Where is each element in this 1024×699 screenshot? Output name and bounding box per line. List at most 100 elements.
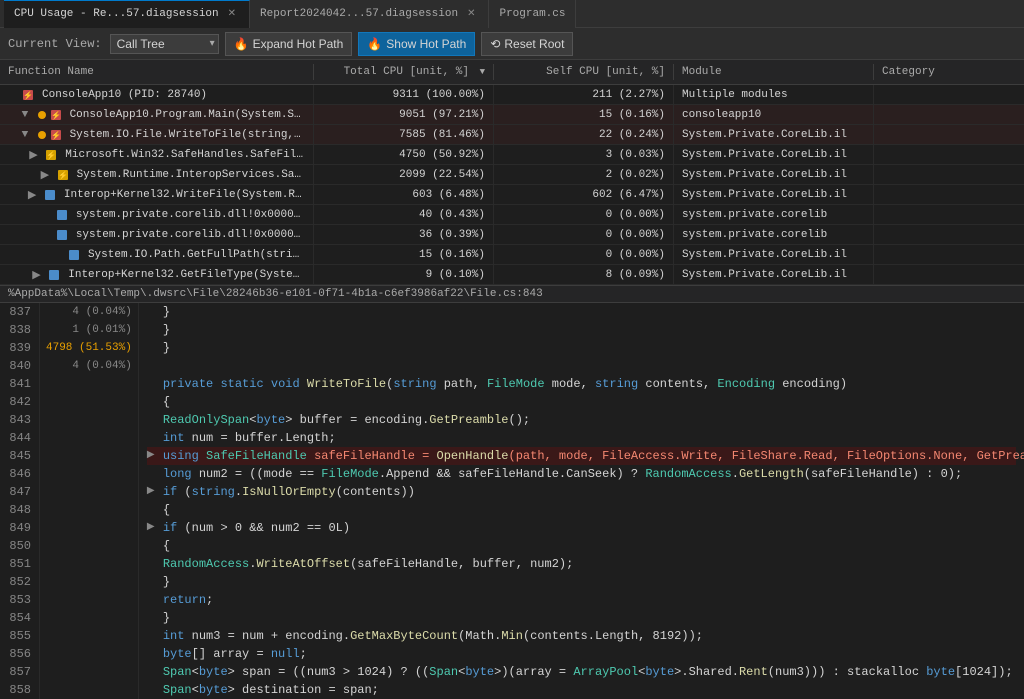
category-value — [874, 85, 1024, 104]
table-row[interactable]: system.private.corelib.dll!0x00007ff8cf9… — [0, 205, 1024, 225]
total-cpu-value: 15 (0.16%) — [314, 245, 494, 264]
line-number: 855 — [8, 627, 31, 645]
tab-label: CPU Usage - Re...57.diagsession — [14, 8, 219, 20]
function-icon: ⚡ — [22, 89, 38, 101]
code-filepath: %AppData%\Local\Temp\.dwsrc\File\28246b3… — [0, 286, 1024, 303]
expand-hot-path-button[interactable]: 🔥 Expand Hot Path — [225, 32, 353, 56]
col-function-name[interactable]: Function Name — [0, 64, 314, 80]
table-row[interactable]: ▼⚡ConsoleApp10.Program.Main(System.Strin… — [0, 105, 1024, 125]
tab-close-cpu[interactable]: ✕ — [225, 7, 239, 21]
profiler-rows: ⚡ ConsoleApp10 (PID: 28740) 9311 (100.00%)… — [0, 85, 1024, 285]
table-row[interactable]: system.private.corelib.dll!0x00007ff8cf7… — [0, 225, 1024, 245]
total-cpu-value: 9051 (97.21%) — [314, 105, 494, 124]
line-annotations: 4 (0.04%)1 (0.01%)4798 (51.53%)4 (0.04%) — [40, 303, 139, 699]
view-label: Current View: — [8, 37, 102, 51]
table-row[interactable]: ▶⚡System.Runtime.InteropServices.SafeHan… — [0, 165, 1024, 185]
total-cpu-value: 9311 (100.00%) — [314, 85, 494, 104]
code-text: if (string.IsNullOrEmpty(contents)) — [163, 483, 415, 501]
module-value: System.Private.CoreLib.il — [674, 185, 874, 204]
code-line: ▶ if (num > 0 && num2 == 0L) — [147, 519, 1016, 537]
show-hot-path-button[interactable]: 🔥 Show Hot Path — [358, 32, 475, 56]
table-row[interactable]: ⚡ ConsoleApp10 (PID: 28740) 9311 (100.00%)… — [0, 85, 1024, 105]
code-text: } — [163, 609, 170, 627]
line-arrow-icon: ▶ — [147, 447, 159, 465]
line-annotation: 4 (0.04%) — [46, 303, 132, 321]
tab-bar: CPU Usage - Re...57.diagsession ✕ Report… — [0, 0, 1024, 28]
line-number: 842 — [8, 393, 31, 411]
function-name: Microsoft.Win32.SafeHandles.SafeFileHand… — [65, 149, 305, 161]
tab-label: Report2024042...57.diagsession — [260, 8, 458, 20]
tab-label: Program.cs — [499, 8, 565, 20]
tree-expand-icon[interactable]: ▼ — [22, 129, 36, 141]
line-number: 848 — [8, 501, 31, 519]
function-icon: ⚡ — [45, 149, 61, 161]
code-text: { — [163, 501, 170, 519]
category-value — [874, 165, 1024, 184]
code-text: private static void WriteToFile(string p… — [163, 375, 847, 393]
category-value — [874, 145, 1024, 164]
table-row[interactable]: ▶⚡ Microsoft.Win32.SafeHandles.SafeFileHa… — [0, 145, 1024, 165]
col-total-cpu[interactable]: Total CPU [unit, %] ▼ — [314, 64, 494, 80]
function-icon: ⚡ — [50, 129, 66, 141]
col-module[interactable]: Module — [674, 64, 874, 80]
code-text: } — [163, 573, 170, 591]
code-text: long num2 = ((mode == FileMode.Append &&… — [163, 465, 962, 483]
hot-path-indicator — [38, 131, 46, 139]
tab-report[interactable]: Report2024042...57.diagsession ✕ — [250, 0, 489, 28]
code-content: } } } private static void WriteToFile(st… — [139, 303, 1024, 699]
function-icon — [44, 189, 60, 201]
line-annotation: 4 (0.04%) — [46, 357, 132, 375]
line-numbers: 8378388398408418428438448458468478488498… — [0, 303, 40, 699]
code-text: int num3 = num + encoding.GetMaxByteCoun… — [163, 627, 703, 645]
self-cpu-value: 3 (0.03%) — [494, 145, 674, 164]
code-text: ReadOnlySpan<byte> buffer = encoding.Get… — [163, 411, 530, 429]
table-row[interactable]: ▶Interop+Kernel32.WriteFile(System.Runti… — [0, 185, 1024, 205]
function-icon — [56, 229, 72, 241]
code-line: RandomAccess.WriteAtOffset(safeFileHandl… — [147, 555, 1016, 573]
line-number: 849 — [8, 519, 31, 537]
reset-root-button[interactable]: ⟲ Reset Root — [481, 32, 573, 56]
svg-text:⚡: ⚡ — [51, 110, 61, 121]
tree-expand-icon[interactable]: ▶ — [28, 188, 42, 202]
function-name: ConsoleApp10 (PID: 28740) — [42, 89, 207, 101]
code-text: } — [163, 321, 170, 339]
line-arrow-icon: ▶ — [147, 519, 159, 537]
self-cpu-value: 15 (0.16%) — [494, 105, 674, 124]
line-number: 852 — [8, 573, 31, 591]
code-text: Span<byte> span = ((num3 > 1024) ? ((Spa… — [163, 663, 1013, 681]
line-number: 854 — [8, 609, 31, 627]
sort-arrow: ▼ — [480, 67, 485, 77]
reset-btn-label: Reset Root — [504, 37, 564, 51]
table-row[interactable]: ▼⚡System.IO.File.WriteToFile(string, Sys… — [0, 125, 1024, 145]
show-btn-label: Show Hot Path — [386, 37, 466, 51]
code-line: return; — [147, 591, 1016, 609]
module-value: System.Private.CoreLib.il — [674, 145, 874, 164]
line-number: 845 — [8, 447, 31, 465]
code-line: long num2 = ((mode == FileMode.Append &&… — [147, 465, 1016, 483]
view-select[interactable]: Call Tree Callers/Callees Modules — [110, 34, 219, 54]
tree-expand-icon[interactable]: ▶ — [29, 148, 43, 162]
line-number: 843 — [8, 411, 31, 429]
tab-program[interactable]: Program.cs — [489, 0, 576, 28]
code-line: Span<byte> span = ((num3 > 1024) ? ((Spa… — [147, 663, 1016, 681]
self-cpu-value: 2 (0.02%) — [494, 165, 674, 184]
tree-expand-icon[interactable]: ▼ — [22, 109, 36, 121]
table-row[interactable]: ▶Interop+Kernel32.GetFileType(System.Run… — [0, 265, 1024, 285]
view-select-wrapper[interactable]: Call Tree Callers/Callees Modules — [110, 34, 219, 54]
module-value: System.Private.CoreLib.il — [674, 265, 874, 284]
svg-text:⚡: ⚡ — [51, 130, 61, 141]
code-line — [147, 357, 1016, 375]
tab-cpu-usage[interactable]: CPU Usage - Re...57.diagsession ✕ — [4, 0, 250, 28]
module-value: System.Private.CoreLib.il — [674, 165, 874, 184]
code-editor: 8378388398408418428438448458468478488498… — [0, 303, 1024, 699]
profiler-header: Function Name Total CPU [unit, %] ▼ Self… — [0, 60, 1024, 85]
tree-expand-icon[interactable]: ▶ — [32, 268, 46, 282]
col-category[interactable]: Category — [874, 64, 1024, 80]
tab-close-report[interactable]: ✕ — [464, 7, 478, 21]
table-row[interactable]: System.IO.Path.GetFullPath(string) 15 (0.… — [0, 245, 1024, 265]
function-icon — [48, 269, 64, 281]
col-self-cpu[interactable]: Self CPU [unit, %] — [494, 64, 674, 80]
function-name: System.IO.Path.GetFullPath(string) — [88, 249, 305, 261]
tree-expand-icon[interactable]: ▶ — [41, 168, 55, 182]
code-line: ▶ using SafeFileHandle safeFileHandle = … — [147, 447, 1016, 465]
